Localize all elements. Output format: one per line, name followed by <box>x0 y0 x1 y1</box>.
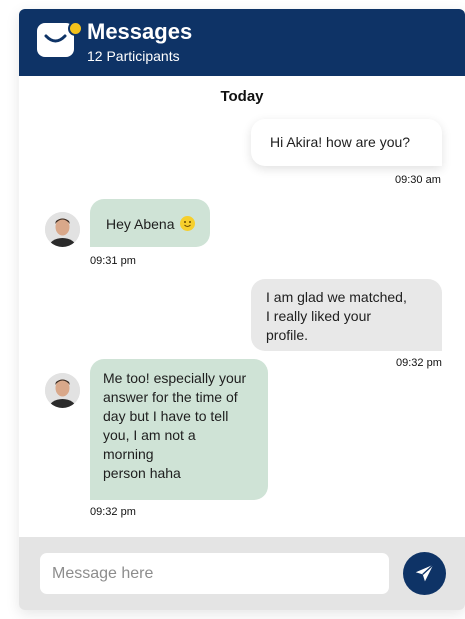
message-bubble-incoming: Hey Abena <box>90 199 210 247</box>
mail-icon <box>37 21 83 57</box>
avatar[interactable] <box>45 212 80 247</box>
message-bubble-outgoing: Hi Akira! how are you? <box>251 119 442 166</box>
message-line: morning <box>103 446 154 462</box>
message-bubble-outgoing: I am glad we matched, I really liked you… <box>251 279 442 351</box>
day-separator: Today <box>220 88 264 105</box>
message-time: 09:32 pm <box>396 357 442 369</box>
message-line: day but I have to tell <box>103 408 229 424</box>
message-text: Hey Abena <box>106 216 175 232</box>
smile-emoji-icon <box>180 216 196 231</box>
message-line: I am glad we matched, <box>266 289 407 305</box>
message-time: 09:32 pm <box>90 506 136 518</box>
message-line: I really liked your <box>266 308 372 324</box>
message-text: Hi Akira! how are you? <box>270 134 411 150</box>
message-line: Me too! especially your <box>103 370 247 386</box>
message-time: 09:31 pm <box>90 255 136 267</box>
message-time: 09:30 am <box>395 174 441 186</box>
send-icon <box>415 564 434 582</box>
message-line: profile. <box>266 327 309 343</box>
message-bubble-incoming: Me too! especially your answer for the t… <box>90 359 268 500</box>
message-line: person haha <box>103 465 181 481</box>
message-line: you, I am not a <box>103 427 196 443</box>
avatar[interactable] <box>45 373 80 408</box>
page-title: Messages <box>87 19 193 44</box>
send-button[interactable] <box>403 552 446 595</box>
chat-window: Messages 12 Participants Today Hi Akira!… <box>19 9 465 610</box>
message-composer <box>19 537 465 610</box>
message-input[interactable] <box>40 553 389 594</box>
notification-dot-icon <box>68 21 83 36</box>
message-line: answer for the time of <box>103 389 238 405</box>
participants-count: 12 Participants <box>87 48 180 64</box>
chat-header: Messages 12 Participants <box>19 9 465 76</box>
